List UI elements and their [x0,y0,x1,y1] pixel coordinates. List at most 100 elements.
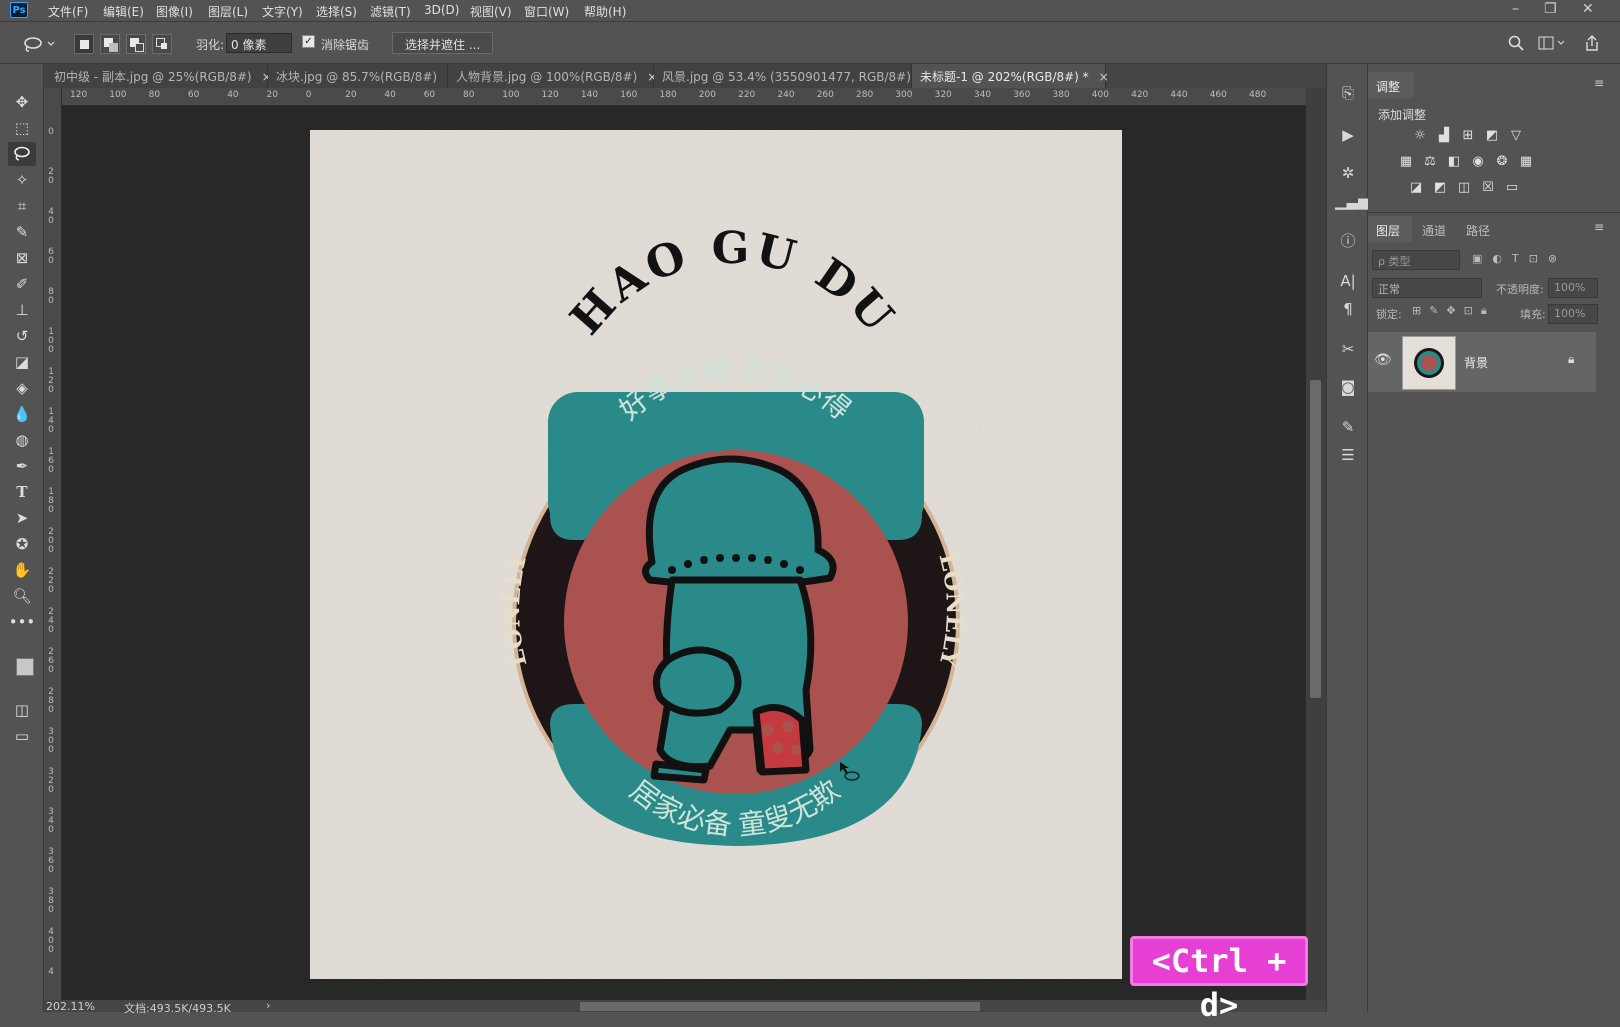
menu-edit[interactable]: 编辑(E) [103,3,144,20]
vertical-ruler[interactable]: 0 2 0 4 0 6 0 8 0 1 0 0 1 2 0 1 4 0 1 6 0 1 8 0 2 … [44,88,62,1000]
color-lookup-icon[interactable]: ▦ [1518,154,1534,170]
minimize-icon[interactable]: – [1512,1,1519,17]
antialias-checkbox[interactable]: ✓ [302,35,315,48]
subtract-selection-button[interactable] [126,34,146,54]
zoom-level[interactable]: 202.11% [46,1000,95,1013]
exposure-icon[interactable]: ◩ [1484,128,1500,144]
vertical-scroll-thumb[interactable] [1310,380,1321,698]
brightness-icon[interactable]: ☼ [1412,128,1428,144]
more-tools-icon[interactable]: ••• [8,610,36,634]
properties-icon[interactable]: ☰ [1335,444,1361,466]
selective-color-icon[interactable]: ☒ [1480,180,1496,196]
path-selection-tool-icon[interactable]: ➤ [8,506,36,530]
hand-tool-icon[interactable]: ✋ [8,558,36,582]
menu-3d[interactable]: 3D(D) [424,3,459,17]
zoom-tool-icon[interactable]: 🔍︎ [8,584,36,608]
black-white-icon[interactable]: ◧ [1446,154,1462,170]
tab-close-icon[interactable]: × [1099,70,1109,84]
levels-icon[interactable]: ▟ [1436,128,1452,144]
intersect-selection-button[interactable] [152,34,172,54]
tab-document-4[interactable]: 风景.jpg @ 53.4% (3550901477, RGB/8#) *× [654,64,941,88]
brush-tool-icon[interactable]: ✐ [8,272,36,296]
feather-input[interactable]: 0 像素 [226,33,292,53]
info-icon[interactable]: ⓘ [1335,230,1361,252]
panel-menu-icon[interactable]: ≡ [1594,76,1604,90]
horizontal-scroll-thumb[interactable] [580,1002,980,1011]
curves-icon[interactable]: ⊞ [1460,128,1476,144]
close-icon[interactable]: ✕ [1582,1,1594,17]
layer-filter-select[interactable]: ρ 类型 [1372,250,1460,270]
threshold-icon[interactable]: ◫ [1456,180,1472,196]
clone-stamp-tool-icon[interactable]: ⊥ [8,298,36,322]
menu-view[interactable]: 视图(V) [470,3,512,20]
quick-mask-icon[interactable]: ◫ [8,698,36,722]
shape-tool-icon[interactable]: ✪ [8,532,36,556]
posterize-icon[interactable]: ◩ [1432,180,1448,196]
document-canvas[interactable]: HAO GU DU 好事多磨 志在必得 居家必备 童叟无欺 LONELY LON… [310,130,1122,979]
foreground-color-swatch[interactable] [16,658,34,676]
fill-input[interactable]: 100% [1548,304,1598,324]
libraries-icon[interactable]: ◙ [1335,376,1361,398]
channel-mixer-icon[interactable]: ❂ [1494,154,1510,170]
history-brush-tool-icon[interactable]: ↺ [8,324,36,348]
select-and-mask-button[interactable]: 选择并遮住 ... [392,32,494,54]
tab-document-1[interactable]: 初中级 - 副本.jpg @ 25%(RGB/8#) × [46,64,272,88]
color-balance-icon[interactable]: ⚖ [1422,154,1438,170]
tab-document-5[interactable]: 未标题-1 @ 202%(RGB/8#) * × [912,64,1109,88]
add-selection-button[interactable] [100,34,120,54]
status-arrow-icon[interactable]: › [266,999,270,1012]
brushes-icon[interactable]: ✎ [1335,416,1361,438]
blend-mode-select[interactable]: 正常 [1372,278,1482,298]
tab-layers[interactable]: 图层 [1368,216,1412,242]
photo-filter-icon[interactable]: ◉ [1470,154,1486,170]
vibrance-icon[interactable]: ▽ [1508,128,1524,144]
screen-mode-icon[interactable]: ▭ [8,724,36,748]
healing-brush-tool-icon[interactable]: ⊠ [8,246,36,270]
paragraph-icon[interactable]: ¶ [1335,298,1361,320]
character-icon[interactable]: A| [1335,270,1361,292]
histogram-icon[interactable]: ▁▃▅ [1335,190,1370,212]
dodge-tool-icon[interactable]: ◍ [8,428,36,452]
menu-type[interactable]: 文字(Y) [262,3,303,20]
gradient-map-icon[interactable]: ▭ [1504,180,1520,196]
menu-filter[interactable]: 滤镜(T) [370,3,411,20]
restore-icon[interactable]: ❐ [1544,1,1557,17]
invert-icon[interactable]: ◪ [1408,180,1424,196]
tab-document-2[interactable]: 冰块.jpg @ 85.7%(RGB/8#)× [268,64,457,88]
menu-window[interactable]: 窗口(W) [524,3,569,20]
share-icon[interactable] [1584,34,1600,52]
menu-file[interactable]: 文件(F) [48,3,88,20]
pen-tool-icon[interactable]: ✒ [8,454,36,478]
vertical-scrollbar[interactable] [1306,88,1326,1000]
actions-play-icon[interactable]: ▶ [1335,124,1361,146]
layers-menu-icon[interactable]: ≡ [1594,220,1604,234]
tab-adjustments[interactable]: 调整 [1368,72,1414,98]
menu-help[interactable]: 帮助(H) [584,3,626,20]
search-icon[interactable] [1508,35,1524,51]
tools-preset-icon[interactable]: ✂ [1335,338,1361,360]
blur-tool-icon[interactable]: 💧 [8,402,36,426]
magic-wand-tool-icon[interactable]: ✧ [8,168,36,192]
layer-filter-icons[interactable]: ▣◐T⊡⊗ [1472,252,1567,265]
paint-bucket-tool-icon[interactable]: ◈ [8,376,36,400]
hue-saturation-icon[interactable]: ▦ [1398,154,1414,170]
crop-tool-icon[interactable]: ⌗ [8,194,36,218]
new-selection-button[interactable] [74,34,94,54]
tab-channels[interactable]: 通道 [1414,216,1458,242]
tab-document-3[interactable]: 人物背景.jpg @ 100%(RGB/8#) × [448,64,657,88]
brush-settings-icon[interactable]: ✲ [1335,162,1361,184]
type-tool-icon[interactable]: T [8,480,36,504]
menu-image[interactable]: 图像(I) [156,3,193,20]
eye-icon[interactable]: 👁︎ [1374,352,1392,368]
lock-options-icons[interactable]: ⊞✎✥⊡🔒︎ [1412,304,1495,318]
eyedropper-tool-icon[interactable]: ✎ [8,220,36,244]
horizontal-ruler[interactable]: 120 100 80 60 40 20 0 20 40 60 80 100 120 140 160 180 20… [62,88,1306,106]
marquee-tool-icon[interactable]: ⬚ [8,116,36,140]
lasso-tool-icon[interactable] [8,142,36,166]
workspace-icon[interactable] [1538,36,1566,50]
lasso-preset-icon[interactable] [22,36,56,52]
layer-name[interactable]: 背景 [1464,354,1488,371]
tab-paths[interactable]: 路径 [1458,216,1502,242]
menu-layer[interactable]: 图层(L) [208,3,248,20]
eraser-tool-icon[interactable]: ◪ [8,350,36,374]
